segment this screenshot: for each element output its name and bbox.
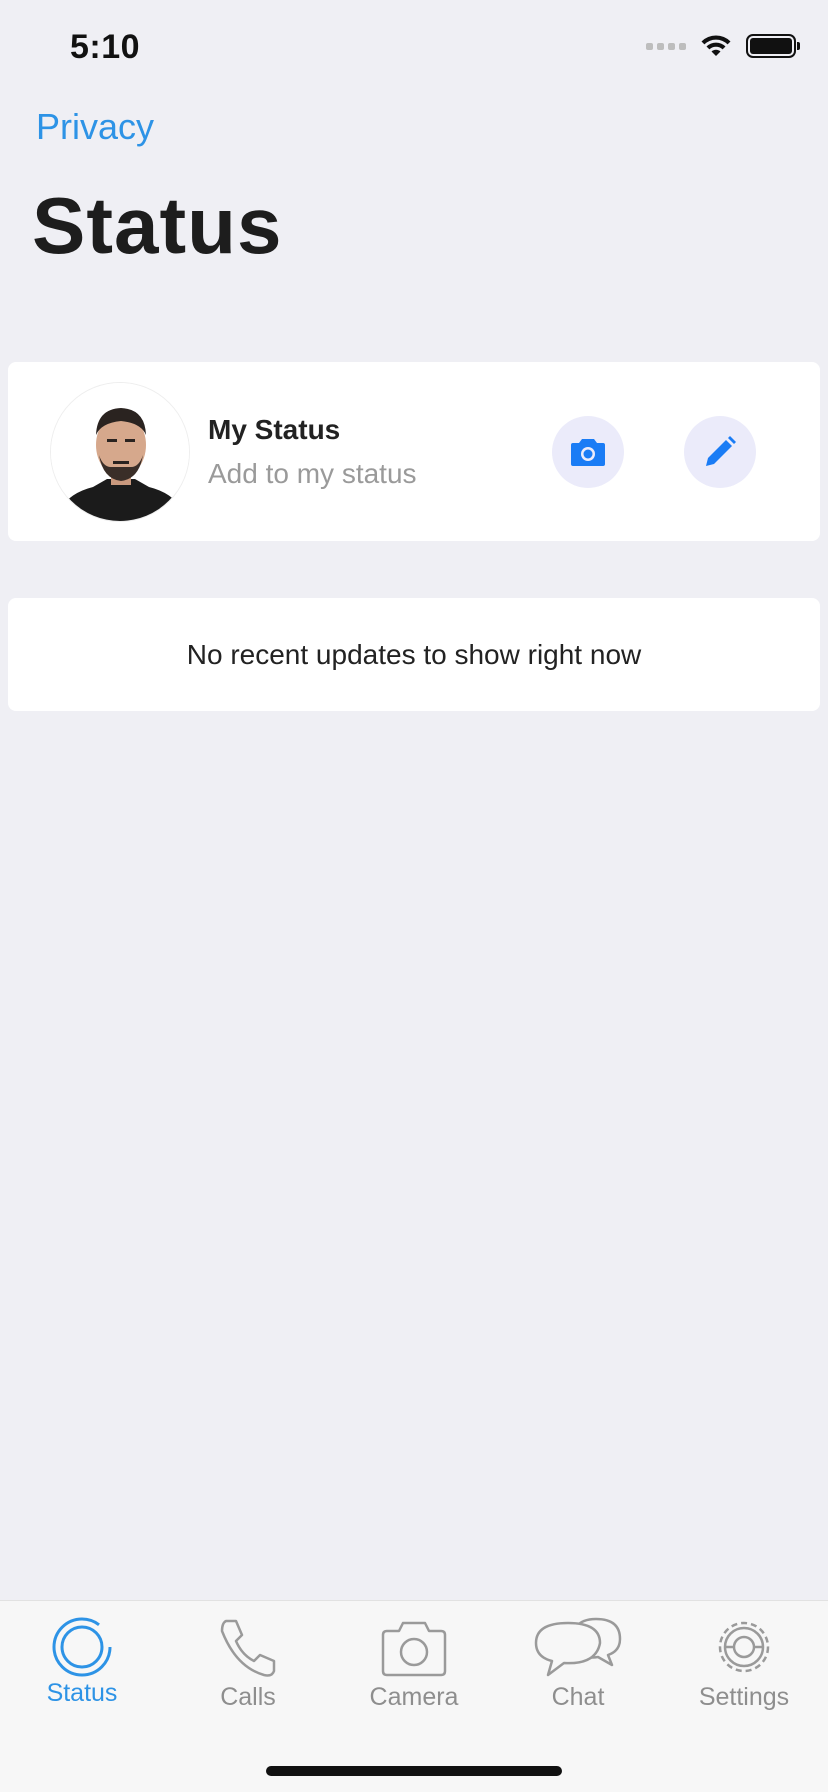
status-icon (52, 1617, 112, 1677)
tab-status[interactable]: Status (12, 1615, 152, 1708)
tab-calls-label: Calls (220, 1683, 276, 1711)
battery-icon (746, 34, 800, 58)
tab-settings-label: Settings (698, 1683, 790, 1711)
tab-chat[interactable]: Chat (508, 1615, 648, 1712)
my-status-row[interactable]: My Status Add to my status (8, 362, 820, 541)
tab-camera-label: Camera (369, 1683, 459, 1711)
my-status-name: My Status (208, 414, 341, 445)
tab-settings[interactable]: Settings (674, 1615, 814, 1712)
status-screen: 5:10 Privacy Status My Status Add to my … (0, 0, 828, 1792)
tab-bar: Status Calls Camera Chat Settings (0, 1600, 828, 1792)
home-indicator[interactable] (266, 1766, 562, 1776)
gear-icon (718, 1621, 770, 1673)
recent-updates-card: No recent updates to show right now (8, 598, 820, 711)
status-bar: 5:10 (0, 0, 828, 100)
privacy-link[interactable]: Privacy (36, 106, 154, 148)
status-bar-icons (646, 34, 800, 58)
tab-calls[interactable]: Calls (178, 1615, 318, 1712)
avatar (50, 382, 190, 522)
wifi-icon (701, 35, 731, 56)
phone-icon (220, 1619, 276, 1677)
tab-camera[interactable]: Camera (344, 1615, 484, 1712)
clock: 5:10 (70, 28, 141, 66)
status-camera-button[interactable] (552, 416, 624, 488)
signal-icon (646, 42, 686, 50)
camera-icon (381, 1621, 447, 1677)
chat-icon (534, 1617, 622, 1677)
tab-chat-label: Chat (551, 1683, 605, 1711)
my-status-subtitle: Add to my status (208, 458, 417, 489)
empty-updates-message: No recent updates to show right now (186, 638, 642, 670)
status-text-button[interactable] (684, 416, 756, 488)
pencil-icon (706, 436, 736, 466)
camera-icon (571, 439, 605, 466)
page-title: Status (32, 181, 283, 270)
tab-status-label: Status (46, 1679, 118, 1707)
